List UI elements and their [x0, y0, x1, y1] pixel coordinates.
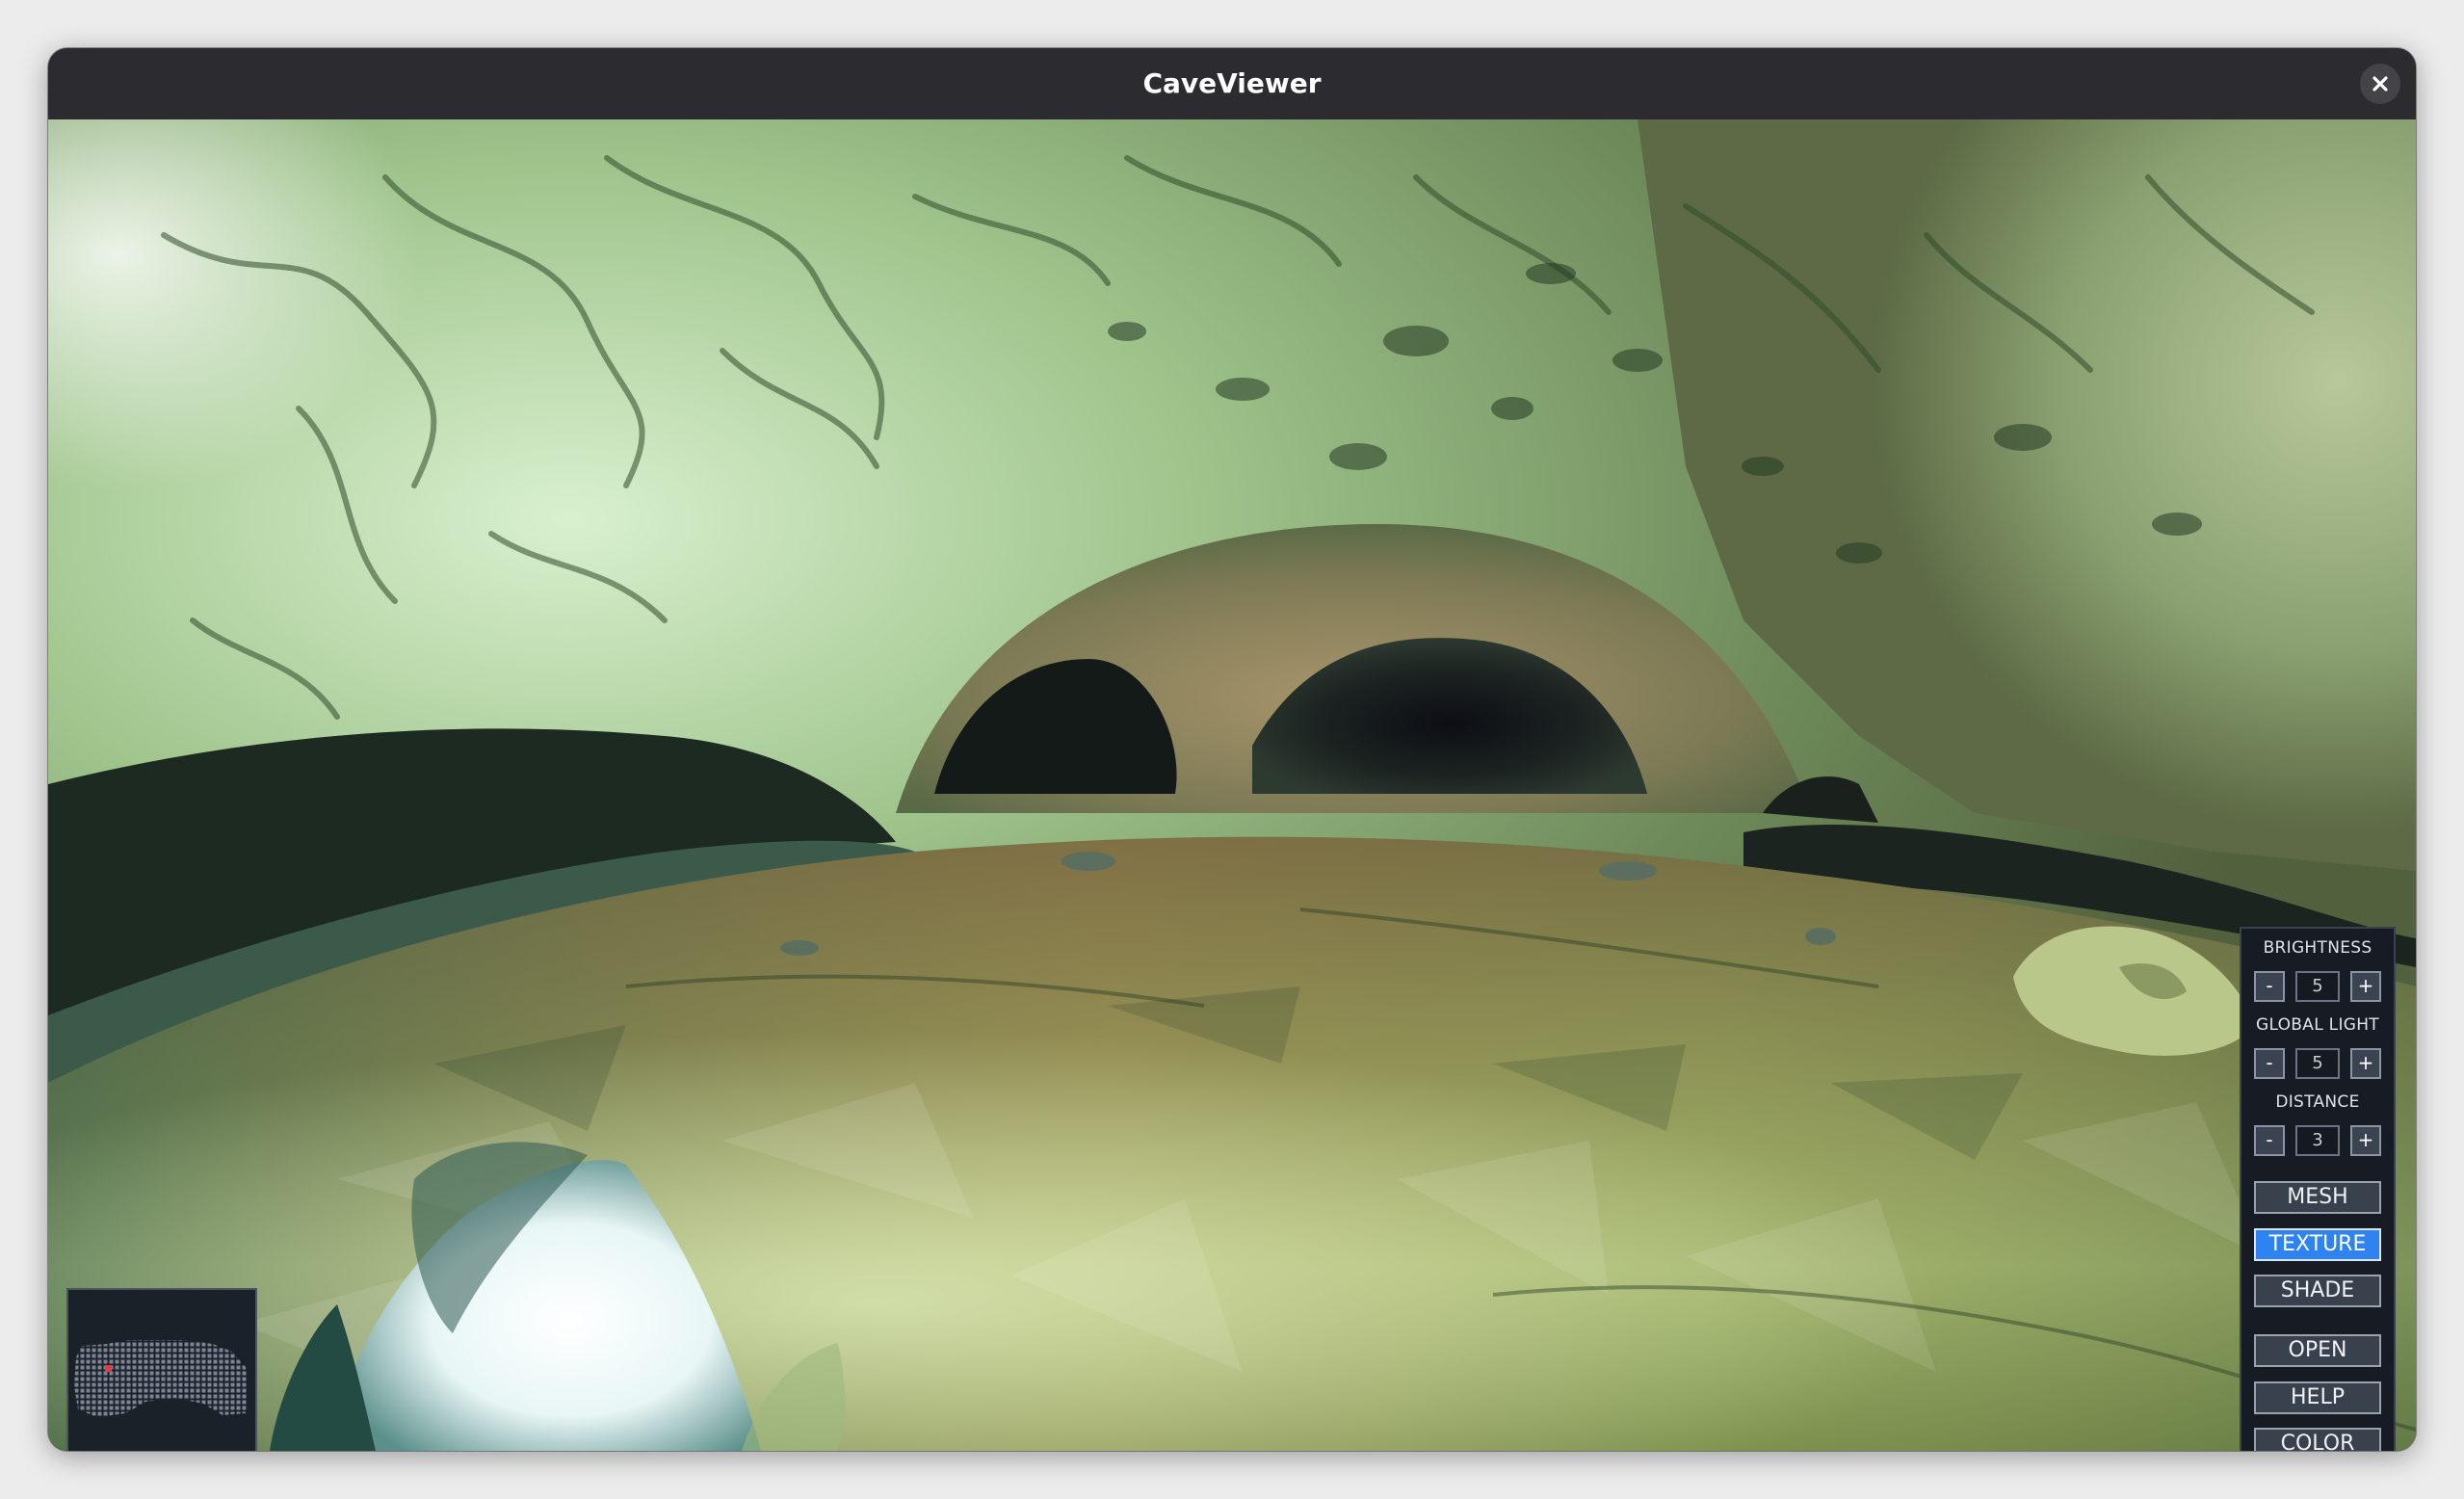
distance-label: DISTANCE	[2275, 1092, 2360, 1112]
distance-value: 3	[2295, 1125, 2340, 1156]
distance-decrease-button[interactable]: -	[2254, 1125, 2285, 1156]
shade-mode-button[interactable]: SHADE	[2254, 1275, 2381, 1307]
caveviewer-window: CaveViewer BRIGHTNESS - 5 + GLOBAL LIGHT…	[48, 48, 2416, 1451]
brightness-value: 5	[2295, 971, 2340, 1002]
minimap-grid	[74, 1340, 248, 1417]
help-button[interactable]: HELP	[2254, 1381, 2381, 1414]
minimap-position-marker	[105, 1365, 112, 1372]
3d-viewport[interactable]: BRIGHTNESS - 5 + GLOBAL LIGHT - 5 + DIST…	[48, 119, 2416, 1451]
title-bar[interactable]: CaveViewer	[48, 48, 2416, 119]
global-light-value: 5	[2295, 1048, 2340, 1079]
brightness-label: BRIGHTNESS	[2263, 938, 2372, 958]
window-title: CaveViewer	[1142, 67, 1322, 99]
control-panel: BRIGHTNESS - 5 + GLOBAL LIGHT - 5 + DIST…	[2240, 927, 2396, 1451]
minimap[interactable]	[66, 1288, 257, 1451]
distance-increase-button[interactable]: +	[2350, 1125, 2381, 1156]
global-light-label: GLOBAL LIGHT	[2255, 1015, 2379, 1035]
global-light-decrease-button[interactable]: -	[2254, 1048, 2285, 1079]
close-button[interactable]	[2360, 64, 2400, 104]
color-button[interactable]: COLOR	[2254, 1428, 2381, 1451]
brightness-decrease-button[interactable]: -	[2254, 971, 2285, 1002]
mesh-mode-button[interactable]: MESH	[2254, 1181, 2381, 1214]
cave-render[interactable]	[48, 119, 2416, 1451]
global-light-increase-button[interactable]: +	[2350, 1048, 2381, 1079]
texture-mode-button[interactable]: TEXTURE	[2254, 1228, 2381, 1261]
close-icon	[2372, 76, 2388, 92]
brightness-increase-button[interactable]: +	[2350, 971, 2381, 1002]
open-button[interactable]: OPEN	[2254, 1334, 2381, 1367]
